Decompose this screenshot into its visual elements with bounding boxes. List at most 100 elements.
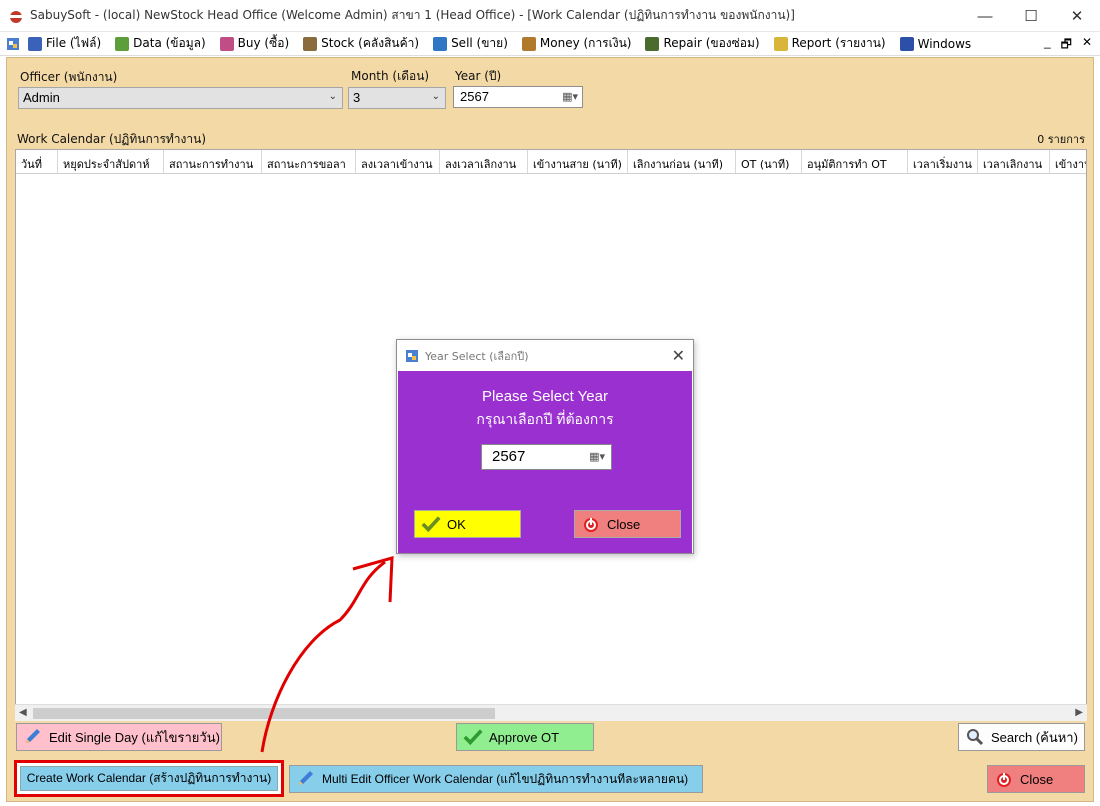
- menu-item-repair[interactable]: Repair (ของซ่อม): [645, 34, 760, 53]
- menu-item-money[interactable]: Money (การเงิน): [521, 34, 632, 53]
- month-select-value: 3: [353, 90, 361, 105]
- officer-select-value: Admin: [23, 90, 60, 105]
- repair-icon: [645, 36, 660, 51]
- menu-item-data[interactable]: Data (ข้อมูล): [115, 34, 206, 53]
- pencil-icon: [23, 728, 43, 746]
- checkmark-icon: [421, 515, 441, 533]
- dialog-year-picker[interactable]: 2567 ▦▾: [481, 444, 612, 470]
- minimize-button[interactable]: —: [962, 0, 1008, 32]
- dialog-title-bar: Year Select (เลือกปี) ✕: [397, 340, 693, 371]
- menu-item-report[interactable]: Report (รายงาน): [773, 34, 886, 53]
- data-icon: [115, 36, 130, 51]
- menu-item-label: Buy (ซื้อ): [237, 36, 290, 50]
- dialog-ok-button[interactable]: OK: [414, 510, 521, 538]
- search-button[interactable]: Search (ค้นหา): [958, 723, 1085, 751]
- officer-label: Officer (พนักงาน): [20, 70, 118, 84]
- dialog-heading: Please Select Year: [482, 388, 608, 405]
- approve-ot-label: Approve OT: [489, 729, 560, 745]
- menu-item-label: Repair (ของซ่อม): [663, 36, 760, 50]
- calendar-dropdown-icon[interactable]: ▦▾: [562, 90, 578, 103]
- app-logo-icon: [10, 10, 22, 23]
- dialog-window-icon: [406, 349, 418, 362]
- mdi-window-icon: [7, 37, 19, 50]
- windows-icon: [899, 36, 914, 51]
- pencil-icon: [296, 770, 316, 788]
- menu-item-stock[interactable]: Stock (คลังสินค้า): [303, 34, 419, 53]
- month-select[interactable]: 3 ⌄: [348, 87, 446, 109]
- calendar-dropdown-icon[interactable]: ▦▾: [589, 450, 605, 463]
- grid-title: Work Calendar (ปฏิทินการทำงาน): [17, 132, 207, 146]
- menu-item-sell[interactable]: Sell (ขาย): [433, 34, 508, 53]
- grid-header-row: วันที่ หยุดประจำสัปดาห์ สถานะการทำงาน สถานะ…: [16, 150, 1086, 174]
- money-icon: [521, 36, 536, 51]
- menu-item-label: Data (ข้อมูล): [133, 36, 206, 50]
- scroll-left-icon[interactable]: ◀: [19, 707, 27, 718]
- month-label: Month (เดือน): [351, 69, 430, 83]
- create-calendar-highlight: Create Work Calendar (สร้างปฏิทินการทำงา…: [14, 760, 284, 797]
- grid-column-header[interactable]: เข้างานเ: [1050, 150, 1086, 173]
- sell-icon: [433, 36, 448, 51]
- dialog-close-button[interactable]: Close: [574, 510, 681, 538]
- menu-item-label: Report (รายงาน): [791, 36, 886, 50]
- grid-column-header[interactable]: อนุมัติการทำ OT: [802, 150, 908, 173]
- mdi-close-button[interactable]: ✕: [1082, 35, 1092, 56]
- multi-edit-calendar-button[interactable]: Multi Edit Officer Work Calendar (แก้ไขป…: [289, 765, 703, 793]
- dialog-ok-label: OK: [447, 516, 466, 532]
- dialog-close-label: Close: [607, 516, 641, 532]
- power-icon: [994, 770, 1014, 788]
- grid-column-header[interactable]: เวลาเริ่มงาน: [908, 150, 978, 173]
- search-label: Search (ค้นหา): [991, 729, 1078, 745]
- grid-column-header[interactable]: วันที่: [16, 150, 58, 173]
- menu-item-label: Money (การเงิน): [539, 36, 632, 50]
- dialog-body: Please Select Year กรุณาเลือกปี ที่ต้องก…: [398, 371, 692, 553]
- file-icon: [28, 36, 42, 51]
- horizontal-scrollbar[interactable]: ◀ ▶: [15, 704, 1087, 721]
- stock-icon: [303, 36, 318, 51]
- record-count: 0 รายการ: [1037, 133, 1085, 146]
- approve-ot-button[interactable]: Approve OT: [456, 723, 594, 751]
- dialog-title: Year Select (เลือกปี): [425, 349, 529, 363]
- year-picker[interactable]: 2567 ▦▾: [453, 86, 583, 108]
- grid-column-header[interactable]: สถานะการขอลา: [262, 150, 356, 173]
- create-work-calendar-button[interactable]: Create Work Calendar (สร้างปฏิทินการทำงา…: [20, 766, 278, 791]
- menu-bar: File (ไฟล์) Data (ข้อมูล) Buy (ซื้อ) Stock …: [0, 32, 1100, 56]
- officer-select[interactable]: Admin ⌄: [18, 87, 343, 109]
- menu-item-label: File (ไฟล์): [46, 36, 102, 50]
- power-icon: [581, 515, 601, 533]
- grid-column-header[interactable]: ลงเวลาเลิกงาน: [440, 150, 528, 173]
- scrollbar-thumb[interactable]: [33, 708, 495, 719]
- multi-edit-calendar-label: Multi Edit Officer Work Calendar (แก้ไขป…: [322, 771, 689, 786]
- grid-column-header[interactable]: ลงเวลาเข้างาน: [356, 150, 440, 173]
- grid-column-header[interactable]: หยุดประจำสัปดาห์: [58, 150, 164, 173]
- menu-item-label: Windows: [917, 36, 972, 51]
- window-title: SabuySoft - (local) NewStock Head Office…: [30, 8, 795, 22]
- create-work-calendar-label: Create Work Calendar (สร้างปฏิทินการทำงา…: [26, 771, 272, 785]
- menu-item-label: Stock (คลังสินค้า): [321, 36, 420, 50]
- buy-icon: [219, 36, 234, 51]
- maximize-button[interactable]: ☐: [1008, 0, 1054, 32]
- grid-column-header[interactable]: เลิกงานก่อน (นาที): [628, 150, 736, 173]
- edit-single-day-button[interactable]: Edit Single Day (แก้ไขรายวัน): [16, 723, 222, 751]
- mdi-minimize-button[interactable]: _: [1044, 35, 1051, 56]
- mdi-restore-button[interactable]: 🗗: [1061, 35, 1072, 56]
- chevron-down-icon: ⌄: [328, 91, 337, 102]
- magnifier-icon: [965, 728, 985, 746]
- close-form-button[interactable]: Close: [987, 765, 1085, 793]
- year-picker-value: 2567: [460, 89, 489, 104]
- dialog-year-value: 2567: [492, 448, 526, 465]
- grid-column-header[interactable]: เข้างานสาย (นาที): [528, 150, 628, 173]
- close-form-label: Close: [1020, 771, 1054, 787]
- report-icon: [773, 36, 788, 51]
- close-window-button[interactable]: ✕: [1054, 0, 1100, 32]
- chevron-down-icon: ⌄: [431, 91, 440, 102]
- grid-column-header[interactable]: OT (นาที): [736, 150, 802, 173]
- grid-column-header[interactable]: สถานะการทำงาน: [164, 150, 262, 173]
- scroll-right-icon[interactable]: ▶: [1075, 707, 1083, 718]
- menu-item-buy[interactable]: Buy (ซื้อ): [219, 34, 290, 53]
- year-select-dialog: Year Select (เลือกปี) ✕ Please Select Ye…: [396, 339, 694, 554]
- grid-column-header[interactable]: เวลาเลิกงาน: [978, 150, 1050, 173]
- dialog-close-icon[interactable]: ✕: [672, 346, 685, 365]
- checkmark-icon: [463, 728, 483, 746]
- menu-item-file[interactable]: File (ไฟล์): [28, 34, 101, 53]
- menu-item-windows[interactable]: Windows: [899, 34, 972, 53]
